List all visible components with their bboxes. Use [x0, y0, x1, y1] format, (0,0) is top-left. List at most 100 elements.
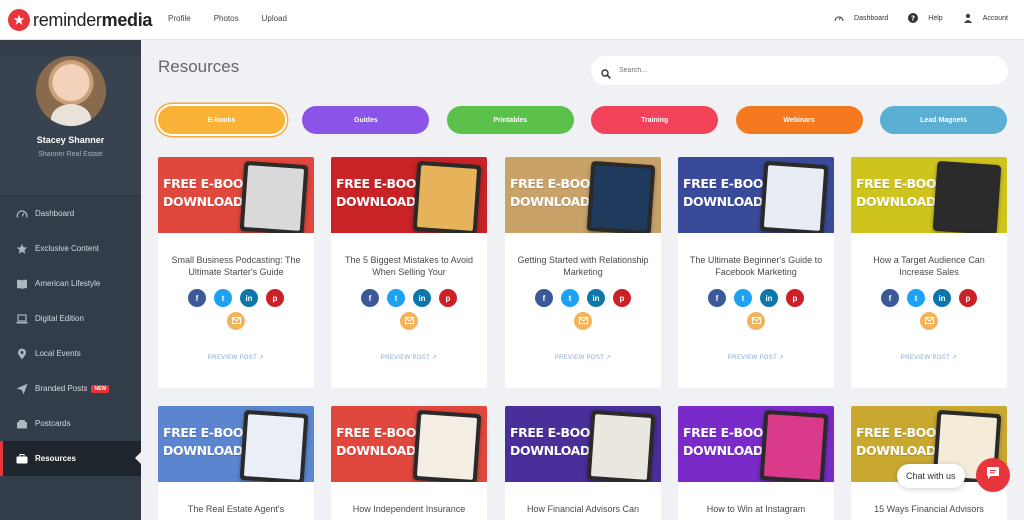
resource-card[interactable]: FREE E-BOOK DOWNLOAD The Real Estate Agent…	[158, 406, 314, 520]
share-linkedin-button[interactable]: in	[933, 289, 951, 307]
resource-card[interactable]: FREE E-BOOK DOWNLOAD How Financial Advisor…	[505, 406, 661, 520]
share-pinterest-button[interactable]: p	[786, 289, 804, 307]
gauge-icon	[16, 208, 28, 220]
share-email-button[interactable]	[747, 312, 765, 330]
share-email-button[interactable]	[920, 312, 938, 330]
share-twitter-button[interactable]: t	[387, 289, 405, 307]
resource-card[interactable]: FREE E-BOOK DOWNLOAD How a Target Audience…	[851, 157, 1007, 388]
account-link[interactable]: Account	[963, 13, 1008, 23]
sidebar-item-american-lifestyle[interactable]: American Lifestyle	[0, 266, 141, 301]
ebook-cover[interactable]: FREE E-BOOK DOWNLOAD	[331, 157, 487, 233]
brand-logo[interactable]: ★ remindermedia	[8, 9, 152, 31]
facebook-icon: f	[542, 293, 546, 303]
profile-company: Shanner Real Estate	[38, 151, 103, 158]
card-title[interactable]: How Financial Advisors Can	[505, 503, 661, 520]
share-pinterest-button[interactable]: p	[613, 289, 631, 307]
ebook-cover[interactable]: FREE E-BOOK DOWNLOAD	[851, 157, 1007, 233]
share-email-button[interactable]	[227, 312, 245, 330]
category-webinars[interactable]: Webinars	[735, 106, 863, 134]
category-printables[interactable]: Printables	[446, 106, 574, 134]
share-linkedin-button[interactable]: in	[240, 289, 258, 307]
tablet-mockup	[586, 409, 656, 482]
dashboard-link[interactable]: Dashboard	[834, 13, 888, 23]
card-title[interactable]: How to Win at Instagram	[678, 503, 834, 520]
share-facebook-button[interactable]: f	[361, 289, 379, 307]
card-title[interactable]: The Ultimate Beginner's Guide to Faceboo…	[678, 254, 834, 278]
preview-post-link[interactable]: PREVIEW POST ↗	[851, 354, 1007, 361]
chat-bubble[interactable]: Chat with us	[897, 464, 965, 488]
sidebar-item-local-events[interactable]: Local Events	[0, 336, 141, 371]
category-guides[interactable]: Guides	[302, 106, 430, 134]
share-email-button[interactable]	[574, 312, 592, 330]
sidebar-item-label: Dashboard	[35, 209, 75, 218]
resource-card[interactable]: FREE E-BOOK DOWNLOAD Getting Started with …	[505, 157, 661, 388]
share-pinterest-button[interactable]: p	[959, 289, 977, 307]
resource-card[interactable]: FREE E-BOOK DOWNLOAD The Ultimate Beginner…	[678, 157, 834, 388]
card-title[interactable]: How Independent Insurance	[331, 503, 487, 520]
external-link-icon: ↗	[258, 355, 265, 361]
share-facebook-button[interactable]: f	[188, 289, 206, 307]
card-title[interactable]: How a Target Audience Can Increase Sales	[851, 254, 1007, 278]
preview-post-link[interactable]: PREVIEW POST ↗	[678, 354, 834, 361]
share-linkedin-button[interactable]: in	[413, 289, 431, 307]
resource-card[interactable]: FREE E-BOOK DOWNLOAD How to Win at Instagr…	[678, 406, 834, 520]
card-title[interactable]: 15 Ways Financial Advisors	[851, 503, 1007, 520]
new-badge: NEW	[91, 384, 110, 393]
search-input[interactable]	[619, 67, 989, 74]
twitter-icon: t	[568, 293, 572, 303]
ebook-cover[interactable]: FREE E-BOOK DOWNLOAD	[678, 157, 834, 233]
preview-post-link[interactable]: PREVIEW POST ↗	[331, 354, 487, 361]
share-twitter-button[interactable]: t	[214, 289, 232, 307]
share-twitter-button[interactable]: t	[561, 289, 579, 307]
category-training[interactable]: Training	[591, 106, 719, 134]
sidebar-item-postcards[interactable]: Postcards	[0, 406, 141, 441]
ebook-cover[interactable]: FREE E-BOOK DOWNLOAD	[331, 406, 487, 482]
preview-post-link[interactable]: PREVIEW POST ↗	[158, 354, 314, 361]
sidebar-item-exclusive-content[interactable]: Exclusive Content	[0, 231, 141, 266]
sidebar-item-digital-edition[interactable]: Digital Edition	[0, 301, 141, 336]
resource-card[interactable]: FREE E-BOOK DOWNLOAD How Independent Insur…	[331, 406, 487, 520]
category-e-books[interactable]: E-books	[158, 106, 285, 134]
share-twitter-button[interactable]: t	[734, 289, 752, 307]
card-title[interactable]: The 5 Biggest Mistakes to Avoid When Sel…	[331, 254, 487, 278]
search-bar[interactable]	[591, 56, 1008, 85]
share-facebook-button[interactable]: f	[881, 289, 899, 307]
cover-label: FREE E-BOOK DOWNLOAD	[336, 176, 426, 209]
category-lead-magnets[interactable]: Lead Magnets	[880, 106, 1007, 134]
nav-profile-link[interactable]: Profile	[168, 14, 191, 23]
ebook-cover[interactable]: FREE E-BOOK DOWNLOAD	[505, 406, 661, 482]
share-linkedin-button[interactable]: in	[587, 289, 605, 307]
pinterest-icon: p	[445, 293, 451, 303]
share-linkedin-button[interactable]: in	[760, 289, 778, 307]
chat-button[interactable]	[976, 458, 1010, 492]
resource-card[interactable]: FREE E-BOOK DOWNLOAD The 5 Biggest Mistake…	[331, 157, 487, 388]
nav-photos-link[interactable]: Photos	[214, 14, 239, 23]
nav-upload-link[interactable]: Upload	[262, 14, 287, 23]
avatar[interactable]	[35, 56, 106, 126]
sidebar-item-dashboard[interactable]: Dashboard	[0, 196, 141, 231]
share-facebook-button[interactable]: f	[535, 289, 553, 307]
resource-card[interactable]: FREE E-BOOK DOWNLOAD Small Business Podcas…	[158, 157, 314, 388]
preview-post-link[interactable]: PREVIEW POST ↗	[505, 354, 661, 361]
share-pinterest-button[interactable]: p	[439, 289, 457, 307]
location-icon	[16, 348, 28, 360]
share-email-button[interactable]	[400, 312, 418, 330]
help-link-label: Help	[928, 14, 943, 22]
share-pinterest-button[interactable]: p	[266, 289, 284, 307]
card-title[interactable]: Small Business Podcasting: The Ultimate …	[158, 254, 314, 278]
sidebar-item-resources[interactable]: Resources	[0, 441, 141, 476]
svg-text:?: ?	[911, 15, 915, 23]
star-icon	[16, 243, 28, 255]
card-title[interactable]: The Real Estate Agent's	[158, 503, 314, 520]
sidebar-item-branded-posts[interactable]: Branded Posts NEW	[0, 371, 141, 406]
dashboard-link-label: Dashboard	[854, 14, 889, 22]
ebook-cover[interactable]: FREE E-BOOK DOWNLOAD	[158, 406, 314, 482]
ebook-cover[interactable]: FREE E-BOOK DOWNLOAD	[505, 157, 661, 233]
share-twitter-button[interactable]: t	[907, 289, 925, 307]
share-facebook-button[interactable]: f	[708, 289, 726, 307]
ebook-cover[interactable]: FREE E-BOOK DOWNLOAD	[158, 157, 314, 233]
twitter-icon: t	[914, 293, 918, 303]
help-link[interactable]: ? Help	[908, 13, 943, 23]
ebook-cover[interactable]: FREE E-BOOK DOWNLOAD	[678, 406, 834, 482]
card-title[interactable]: Getting Started with Relationship Market…	[505, 254, 661, 278]
